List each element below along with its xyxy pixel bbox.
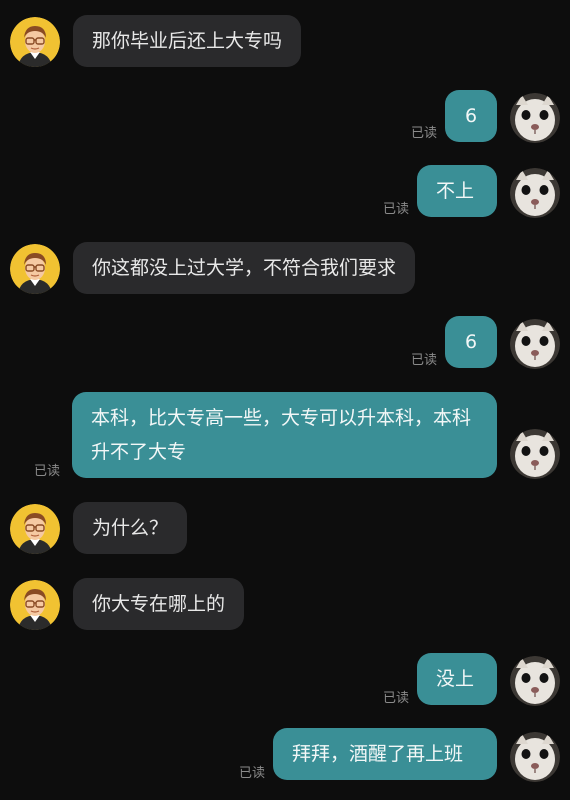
read-receipt: 已读	[239, 766, 266, 781]
man-avatar-icon[interactable]	[10, 580, 60, 630]
message-bubble[interactable]: 没上	[417, 653, 497, 705]
cat-avatar-icon[interactable]	[510, 93, 560, 143]
cat-avatar-icon[interactable]	[510, 732, 560, 782]
message-bubble[interactable]: 为什么？	[73, 502, 188, 554]
read-receipt: 已读	[34, 464, 61, 479]
cat-avatar-icon[interactable]	[510, 168, 560, 218]
read-receipt: 已读	[411, 126, 438, 141]
man-avatar-icon[interactable]	[10, 504, 60, 554]
read-receipt: 已读	[383, 202, 410, 217]
read-receipt: 已读	[411, 353, 438, 368]
message-bubble[interactable]: 不上	[417, 165, 497, 217]
cat-avatar-icon[interactable]	[510, 656, 560, 706]
message-bubble[interactable]: 你大专在哪上的	[73, 578, 245, 630]
message-bubble[interactable]: 你这都没上过大学，不符合我们要求	[73, 242, 416, 294]
message-bubble[interactable]: 本科，比大专高一些，大专可以升本科，本科升不了大专	[72, 392, 497, 478]
message-bubble[interactable]: 6	[445, 90, 497, 142]
read-receipt: 已读	[383, 691, 410, 706]
message-bubble[interactable]: 6	[445, 316, 497, 368]
man-avatar-icon[interactable]	[10, 17, 60, 67]
message-bubble[interactable]: 那你毕业后还上大专吗	[73, 15, 302, 67]
cat-avatar-icon[interactable]	[510, 319, 560, 369]
cat-avatar-icon[interactable]	[510, 429, 560, 479]
message-bubble[interactable]: 拜拜，酒醒了再上班	[273, 728, 497, 780]
man-avatar-icon[interactable]	[10, 244, 60, 294]
